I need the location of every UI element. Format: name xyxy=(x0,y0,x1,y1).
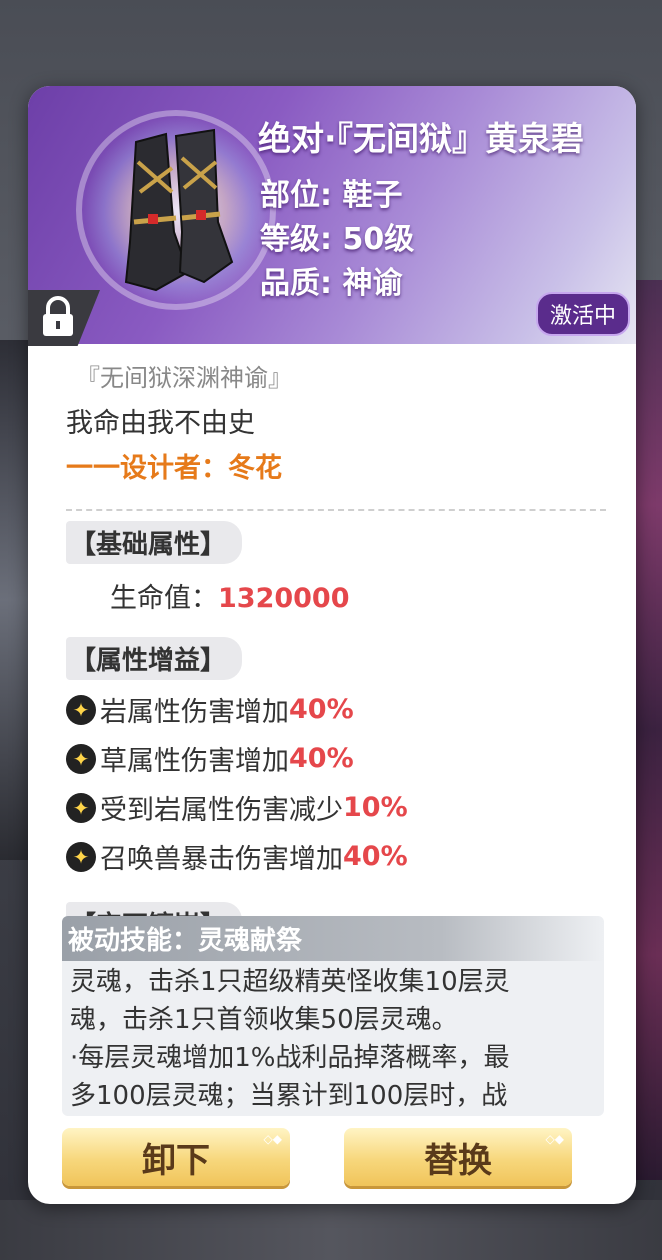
item-title: 绝对·『无间狱』黄泉碧 xyxy=(258,119,585,158)
lock-icon xyxy=(43,296,73,336)
unequip-label: 卸下 xyxy=(142,1140,210,1181)
replace-label: 替换 xyxy=(424,1140,492,1181)
skill-line: 魂，击杀1只首领收集50层灵魂。 xyxy=(70,1005,458,1035)
skill-title: 被动技能：灵魂献祭 xyxy=(62,916,604,961)
bonus-text: 受到岩属性伤害减少 xyxy=(100,795,343,826)
boots-icon xyxy=(124,128,234,292)
bonus-value: 40% xyxy=(289,743,354,774)
bonus-text: 召唤兽暴击伤害增加 xyxy=(100,844,343,875)
hp-value: 1320000 xyxy=(218,583,350,614)
status-badge: 激活中 xyxy=(535,292,630,336)
bonus-text: 草属性伤害增加 xyxy=(100,746,289,777)
skill-line: 多100层灵魂；当累计到100层时，战 xyxy=(70,1081,508,1111)
diamond-deco-icon: ◇◆ xyxy=(545,1132,564,1146)
bonus-value: 40% xyxy=(289,694,354,725)
bonus-value: 10% xyxy=(343,792,408,823)
bonus-item: ✦ 受到岩属性伤害减少 10% xyxy=(66,788,606,827)
diamond-deco-icon: ◇◆ xyxy=(263,1132,282,1146)
item-quality: 品质: 神谕 xyxy=(260,266,403,301)
item-header: 绝对·『无间狱』黄泉碧 部位: 鞋子 等级: 50级 品质: 神谕 激活中 xyxy=(28,86,636,346)
divider xyxy=(66,509,606,511)
unequip-button[interactable]: 卸下 ◇◆ xyxy=(62,1128,290,1186)
flavor-motto: 我命由我不由史 xyxy=(66,408,255,439)
bonus-header: 【属性增益】 xyxy=(66,637,243,680)
hp-label: 生命值： xyxy=(110,583,218,614)
skill-description: 灵魂，击杀1只超级精英怪收集10层灵 魂，击杀1只首领收集50层灵魂。 ·每层灵… xyxy=(62,961,604,1116)
item-description: 『无间狱深渊神谕』 我命由我不由史 一一设计者：冬花 【基础属性】 生命值：13… xyxy=(66,358,606,945)
bonus-value: 40% xyxy=(343,841,408,872)
lock-toggle[interactable] xyxy=(28,290,100,346)
bonus-item: ✦ 草属性伤害增加 40% xyxy=(66,739,606,778)
skill-line: ·每层灵魂增加1%战利品掉落概率，最 xyxy=(70,1043,510,1073)
bonus-item: ✦ 召唤兽暴击伤害增加 40% xyxy=(66,837,606,876)
sparkle-icon: ✦ xyxy=(66,694,96,725)
item-level: 等级: 50级 xyxy=(260,222,415,257)
item-slot: 部位: 鞋子 xyxy=(260,178,403,213)
replace-button[interactable]: 替换 ◇◆ xyxy=(344,1128,572,1186)
base-stats-header: 【基础属性】 xyxy=(66,521,243,564)
bonus-item: ✦ 岩属性伤害增加 40% xyxy=(66,690,606,729)
hp-stat: 生命值：1320000 xyxy=(110,576,606,615)
sparkle-icon: ✦ xyxy=(66,841,96,872)
bonus-text: 岩属性伤害增加 xyxy=(100,697,289,728)
sparkle-icon: ✦ xyxy=(66,743,96,774)
designer-credit: 一一设计者：冬花 xyxy=(66,453,282,484)
flavor-quote: 『无间狱深渊神谕』 xyxy=(76,364,292,392)
skill-line: 灵魂，击杀1只超级精英怪收集10层灵 xyxy=(70,967,510,997)
sparkle-icon: ✦ xyxy=(66,792,96,823)
passive-skill-box[interactable]: 被动技能：灵魂献祭 灵魂，击杀1只超级精英怪收集10层灵 魂，击杀1只首领收集5… xyxy=(62,916,604,1116)
